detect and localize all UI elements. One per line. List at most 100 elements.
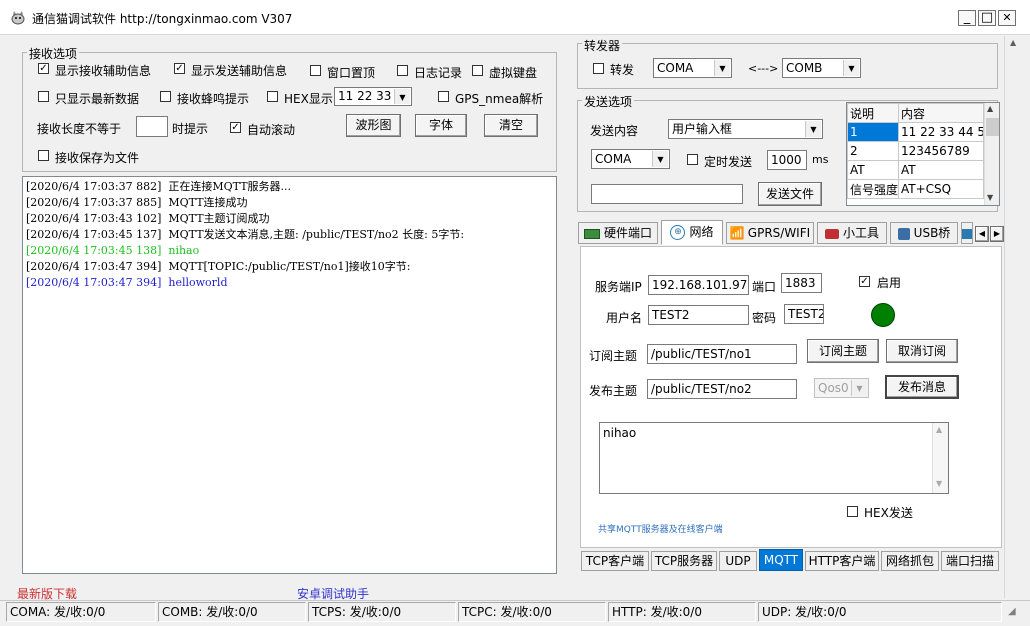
table-cell[interactable]: 1	[847, 122, 899, 142]
minimize-button[interactable]: _	[958, 10, 976, 26]
network-icon: ⊕	[670, 225, 686, 240]
show-send-aux-checkbox[interactable]: ✓	[174, 63, 185, 74]
window-scrollbar[interactable]: ▲	[1004, 36, 1024, 598]
table-row[interactable]: 2 123456789	[847, 141, 984, 161]
scroll-down-icon[interactable]: ▼	[987, 193, 993, 202]
tab-tcp-server[interactable]: TCP服务器	[651, 551, 717, 571]
table-cell[interactable]: AT+CSQ	[898, 179, 984, 199]
show-recv-aux-checkbox[interactable]: ✓	[38, 63, 49, 74]
tab-mqtt[interactable]: MQTT	[759, 549, 803, 571]
clear-button[interactable]: 清空	[484, 114, 538, 137]
virtual-keyboard-label: 虚拟键盘	[489, 66, 538, 80]
status-http: HTTP: 发/收:0/0	[608, 602, 756, 622]
forward-arrow: <--->	[748, 62, 779, 75]
scroll-thumb[interactable]	[986, 118, 999, 136]
table-row[interactable]: 1 11 22 33 44 55	[847, 122, 984, 142]
show-recv-aux-label: 显示接收辅助信息	[55, 64, 152, 78]
gps-label: GPS_nmea解析	[455, 92, 544, 106]
enable-label: 启用	[877, 276, 902, 290]
tab-http-client[interactable]: HTTP客户端	[805, 551, 879, 571]
status-tcpc: TCPC: 发/收:0/0	[458, 602, 606, 622]
status-coma: COMA: 发/收:0/0	[6, 602, 156, 622]
tab-hardware-port[interactable]: 硬件端口	[578, 222, 658, 244]
qos-select[interactable]: Qos0 ▼	[814, 378, 869, 398]
scroll-up-icon[interactable]: ▲	[1010, 38, 1016, 47]
publish-topic-input[interactable]: /public/TEST/no2	[647, 379, 797, 399]
table-cell[interactable]: AT	[898, 160, 984, 180]
subscribe-topic-input[interactable]: /public/TEST/no1	[647, 344, 797, 364]
tab-gprs-wifi[interactable]: 📶 GPRS/WIFI	[726, 222, 814, 244]
save-file-checkbox[interactable]	[38, 150, 49, 161]
table-row[interactable]: AT AT	[847, 160, 984, 180]
table-row[interactable]: 信号强度 AT+CSQ	[847, 179, 984, 199]
publish-message-text: nihao	[603, 426, 637, 440]
latest-only-checkbox[interactable]	[38, 91, 49, 102]
table-cell[interactable]: AT	[847, 160, 899, 180]
timed-send-checkbox[interactable]	[687, 154, 698, 165]
tab-scroll-left-icon[interactable]: ◀	[975, 226, 989, 242]
forward-checkbox[interactable]	[593, 63, 604, 74]
chevron-down-icon: ▼	[714, 60, 730, 76]
gps-checkbox[interactable]	[438, 91, 449, 102]
subscribe-button[interactable]: 订阅主题	[807, 339, 879, 363]
tab-scroll-right-icon[interactable]: ▶	[990, 226, 1004, 242]
send-content-select[interactable]: 用户输入框 ▼	[668, 119, 823, 139]
send-port-select[interactable]: COMA ▼	[591, 149, 670, 169]
tab-tcp-client[interactable]: TCP客户端	[581, 551, 649, 571]
tab-packet-capture[interactable]: 网络抓包	[881, 551, 939, 571]
username-input[interactable]: TEST2	[648, 305, 749, 325]
command-table[interactable]: 说明 内容 1 11 22 33 44 55 2 123456789 AT AT 信号强度 AT+…	[846, 102, 1000, 206]
tab-usb-bridge[interactable]: USB桥	[890, 222, 958, 244]
publish-button[interactable]: 发布消息	[885, 375, 959, 399]
enable-checkbox[interactable]: ✓	[859, 276, 870, 287]
send-port-value: COMA	[595, 152, 632, 166]
table-cell[interactable]: 123456789	[898, 141, 984, 161]
resize-grip-icon[interactable]: ◢	[1008, 606, 1016, 617]
publish-message-textarea[interactable]: nihao	[599, 422, 949, 494]
table-cell[interactable]: 2	[847, 141, 899, 161]
hex-display-label: HEX显示	[284, 92, 333, 106]
tab-overflow[interactable]	[961, 222, 973, 244]
log-record-checkbox[interactable]	[397, 65, 408, 76]
auto-scroll-checkbox[interactable]: ✓	[230, 122, 241, 133]
receive-options-label: 接收选项	[27, 45, 80, 62]
receive-log[interactable]: [2020/6/4 17:03:37 882] 正在连接MQTT服务器... [2…	[22, 176, 557, 574]
virtual-keyboard-checkbox[interactable]	[472, 65, 483, 76]
beep-checkbox[interactable]	[160, 91, 171, 102]
window-top-checkbox[interactable]	[310, 65, 321, 76]
scroll-up-icon[interactable]: ▲	[936, 425, 942, 434]
send-file-path-input[interactable]	[591, 184, 743, 204]
port-input[interactable]: 1883	[781, 273, 822, 293]
publish-topic-label: 发布主题	[589, 384, 638, 398]
tab-tools[interactable]: 小工具	[817, 222, 887, 244]
share-mqtt-link[interactable]: 共享MQTT服务器及在线客户端	[598, 522, 723, 535]
tab-port-scan[interactable]: 端口扫描	[941, 551, 999, 571]
server-ip-input[interactable]: 192.168.101.97	[648, 275, 749, 295]
table-scrollbar[interactable]: ▲ ▼	[984, 103, 999, 205]
table-cell[interactable]: 信号强度	[847, 179, 899, 199]
unsubscribe-button[interactable]: 取消订阅	[886, 339, 958, 363]
scroll-down-icon[interactable]: ▼	[936, 479, 942, 488]
table-header-cell[interactable]: 内容	[898, 103, 984, 123]
table-cell[interactable]: 11 22 33 44 55	[898, 122, 984, 142]
hex-display-checkbox[interactable]	[267, 91, 278, 102]
tab-network[interactable]: ⊕ 网络	[661, 220, 723, 245]
forward-port-b-select[interactable]: COMB ▼	[782, 58, 861, 78]
font-button[interactable]: 字体	[415, 114, 467, 137]
recv-length-input[interactable]	[136, 116, 168, 137]
scroll-up-icon[interactable]: ▲	[987, 104, 993, 113]
hex-send-checkbox[interactable]	[847, 506, 858, 517]
maximize-button[interactable]: □	[978, 10, 996, 26]
table-header-cell[interactable]: 说明	[847, 103, 899, 123]
close-button[interactable]: ✕	[998, 10, 1016, 26]
forward-port-a-select[interactable]: COMA ▼	[653, 58, 732, 78]
send-interval-input[interactable]: 1000	[767, 150, 807, 170]
hex-format-select[interactable]: 11 22 33 ▼	[334, 87, 412, 106]
send-file-button[interactable]: 发送文件	[758, 182, 822, 206]
waveform-button[interactable]: 波形图	[346, 114, 401, 137]
log-record-label: 日志记录	[414, 66, 463, 80]
tab-udp[interactable]: UDP	[719, 551, 757, 571]
message-scrollbar[interactable]: ▲ ▼	[932, 423, 948, 493]
status-udp: UDP: 发/收:0/0	[758, 602, 1002, 622]
password-input[interactable]: TEST2	[784, 304, 824, 324]
